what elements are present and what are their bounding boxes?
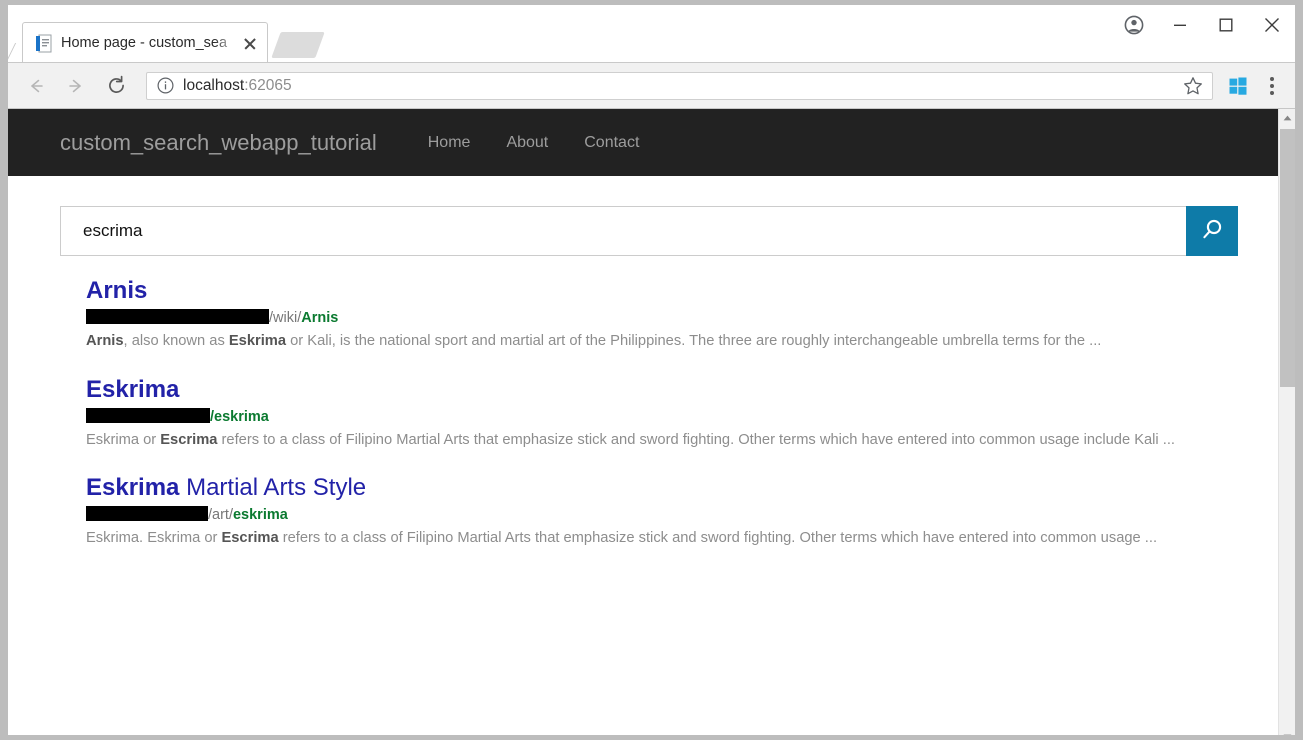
redacted-domain <box>86 408 210 423</box>
browser-window: Home page - custom_sea <box>8 5 1295 735</box>
result-url-path: /wiki/ <box>269 310 301 326</box>
nav-link-contact[interactable]: Contact <box>584 134 639 152</box>
snippet-bold: Escrima <box>221 530 278 546</box>
search-result-item: Arnis /wiki/Arnis Arnis, also known as E… <box>86 277 1211 353</box>
result-title-bold: Eskrima <box>86 376 179 403</box>
new-tab-button[interactable] <box>271 32 324 58</box>
search-results-list: Arnis /wiki/Arnis Arnis, also known as E… <box>86 277 1211 550</box>
search-submit-button[interactable] <box>1186 206 1238 256</box>
search-result-item: Eskrima /eskrima Eskrima or Escrima refe… <box>86 376 1211 452</box>
result-url: /eskrima <box>86 408 1211 427</box>
result-url: /wiki/Arnis <box>86 309 1211 328</box>
result-url-highlight: eskrima <box>233 507 288 523</box>
snippet-text: refers to a class of Filipino Martial Ar… <box>279 530 1157 546</box>
result-url-path: /art/ <box>208 507 233 523</box>
nav-link-home[interactable]: Home <box>428 134 471 152</box>
snippet-text: Eskrima. Eskrima or <box>86 530 221 546</box>
snippet-text: Eskrima or <box>86 432 160 448</box>
result-snippet: Eskrima. Eskrima or Escrima refers to a … <box>86 527 1211 549</box>
scroll-up-arrow-icon[interactable] <box>1279 109 1295 126</box>
scrollbar-thumb[interactable] <box>1280 129 1295 387</box>
result-url-highlight: /eskrima <box>210 409 269 425</box>
close-icon[interactable] <box>239 32 261 54</box>
close-icon[interactable] <box>1249 5 1295 45</box>
search-result-item: Eskrima Martial Arts Style /art/eskrima … <box>86 474 1211 550</box>
scroll-down-arrow-icon[interactable] <box>1279 728 1295 735</box>
nav-link-about[interactable]: About <box>506 134 548 152</box>
minimize-icon[interactable] <box>1157 5 1203 45</box>
site-navbar: custom_search_webapp_tutorial Home About… <box>8 109 1278 176</box>
result-url: /art/eskrima <box>86 506 1211 525</box>
snippet-text: , also known as <box>124 333 229 349</box>
tab-title: Home page - custom_sea <box>61 35 239 51</box>
search-bar <box>60 206 1238 256</box>
magnifier-icon <box>1199 217 1225 246</box>
tab-strip: Home page - custom_sea <box>8 5 1295 63</box>
result-snippet: Eskrima or Escrima refers to a class of … <box>86 429 1211 451</box>
windows-logo-icon[interactable] <box>1221 69 1255 103</box>
snippet-bold: Eskrima <box>229 333 286 349</box>
snippet-text: refers to a class of Filipino Martial Ar… <box>217 432 1175 448</box>
info-circle-icon[interactable] <box>157 77 174 94</box>
reload-icon[interactable] <box>98 68 134 104</box>
snippet-text: or Kali, is the national sport and marti… <box>286 333 1101 349</box>
forward-arrow-icon[interactable] <box>58 68 94 104</box>
account-circle-icon[interactable] <box>1111 5 1157 45</box>
maximize-icon[interactable] <box>1203 5 1249 45</box>
redacted-domain <box>86 506 208 521</box>
url-port: :62065 <box>244 77 291 94</box>
site-brand[interactable]: custom_search_webapp_tutorial <box>60 130 377 156</box>
page-document-icon <box>35 34 52 53</box>
page-viewport: custom_search_webapp_tutorial Home About… <box>8 109 1295 735</box>
result-title-rest: Martial Arts Style <box>179 474 366 501</box>
star-icon[interactable] <box>1180 73 1206 99</box>
snippet-bold: Escrima <box>160 432 217 448</box>
result-title-link[interactable]: Arnis <box>86 277 1211 305</box>
three-dot-menu-icon[interactable] <box>1255 69 1289 103</box>
result-title-bold: Arnis <box>86 277 147 304</box>
browser-tab[interactable]: Home page - custom_sea <box>22 22 268 63</box>
address-bar[interactable]: localhost:62065 <box>146 72 1213 100</box>
result-snippet: Arnis, also known as Eskrima or Kali, is… <box>86 330 1211 352</box>
page-scrollbar[interactable] <box>1278 109 1295 735</box>
window-controls <box>1111 5 1295 45</box>
web-page: custom_search_webapp_tutorial Home About… <box>8 109 1278 735</box>
browser-toolbar: localhost:62065 <box>8 63 1295 109</box>
result-title-link[interactable]: Eskrima <box>86 376 1211 404</box>
result-url-highlight: Arnis <box>301 310 338 326</box>
back-arrow-icon[interactable] <box>18 68 54 104</box>
redacted-domain <box>86 309 269 324</box>
search-input[interactable] <box>60 206 1186 256</box>
result-title-bold: Eskrima <box>86 474 179 501</box>
url-text: localhost:62065 <box>183 77 1180 95</box>
result-title-link[interactable]: Eskrima Martial Arts Style <box>86 474 1211 502</box>
url-host: localhost <box>183 77 244 94</box>
snippet-bold: Arnis <box>86 333 124 349</box>
